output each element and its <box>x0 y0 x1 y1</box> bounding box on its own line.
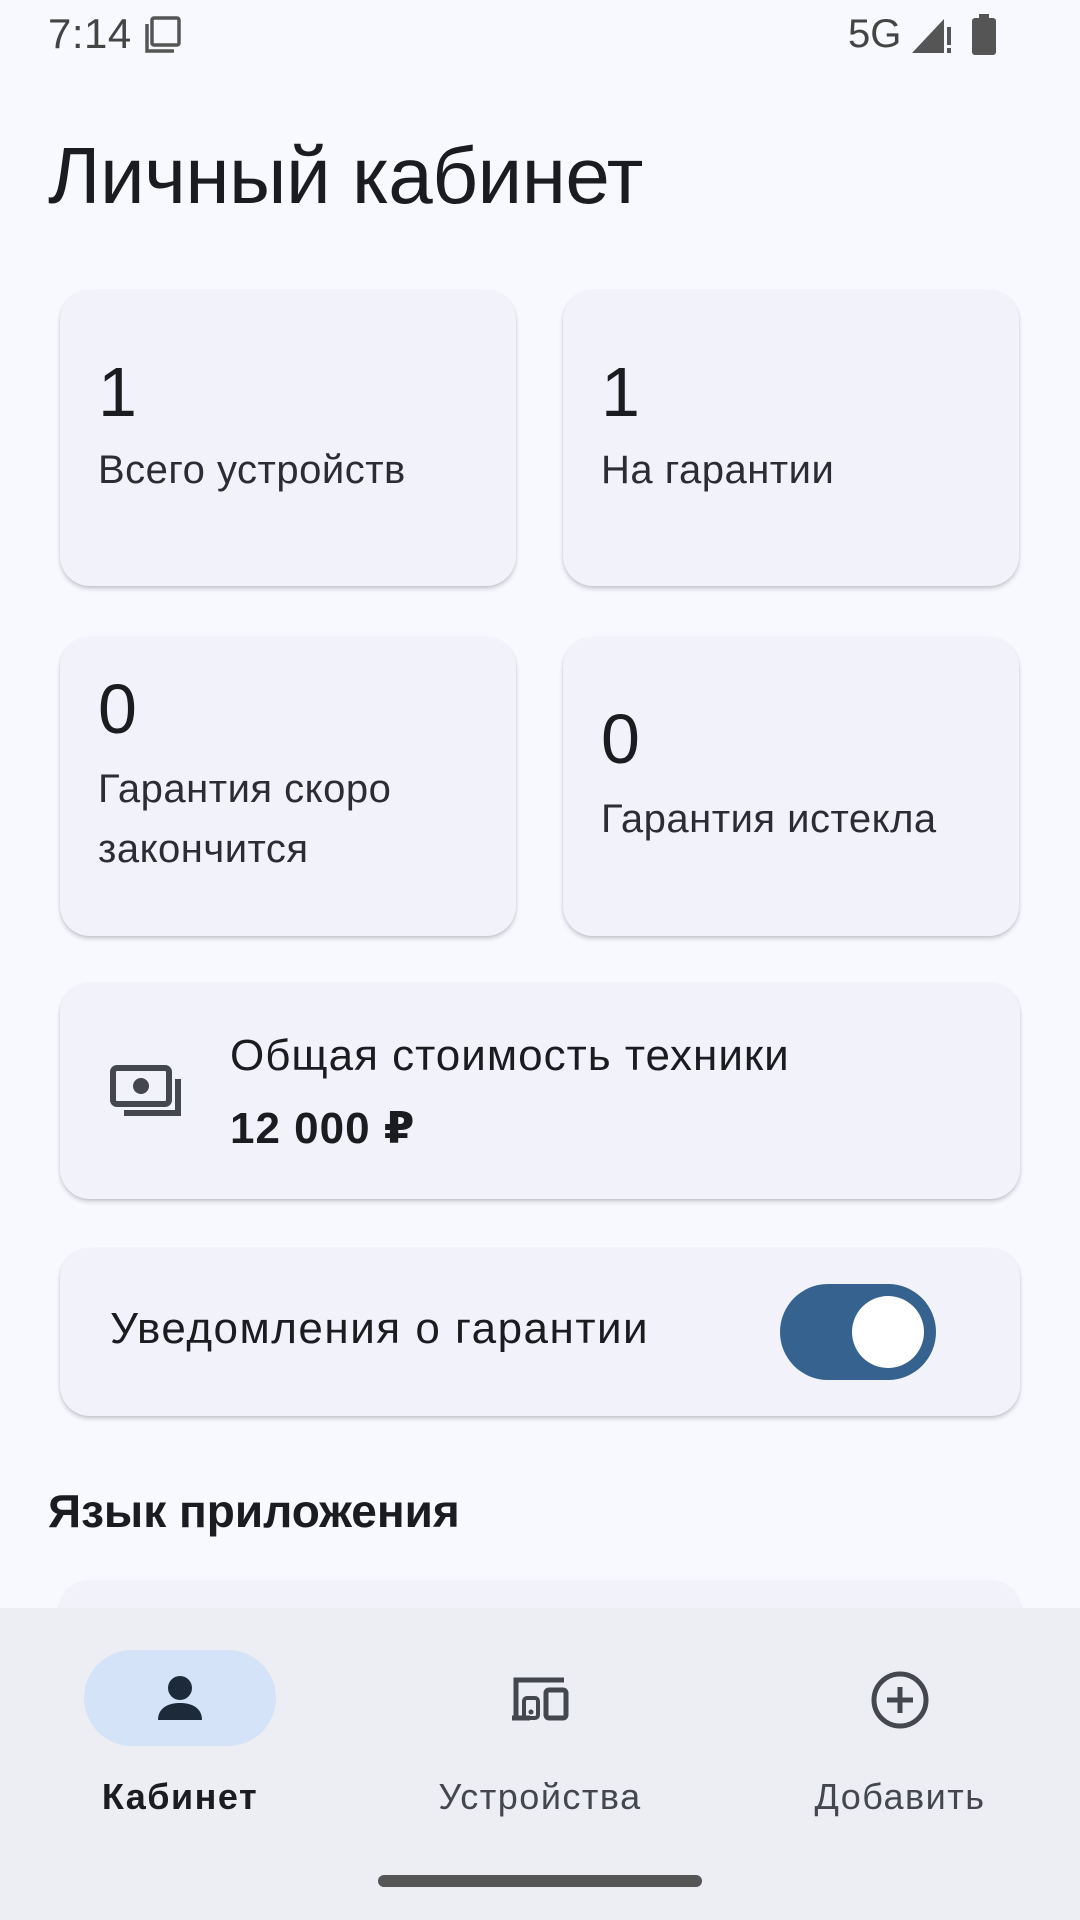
notification-icon <box>145 16 181 53</box>
total-cost-card: Общая стоимость техники 12 000 ₽ <box>60 983 1020 1199</box>
page-title: Личный кабинет <box>48 131 643 220</box>
nav-label: Кабинет <box>101 1776 259 1817</box>
nav-label: Добавить <box>814 1776 986 1817</box>
status-bar: 7:14 5G <box>0 0 1080 72</box>
stat-card-warranty-expiring[interactable]: 0 Гарантия скоро закончится <box>60 637 516 936</box>
toggle-knob <box>852 1296 924 1368</box>
nav-item-add[interactable]: Добавить <box>750 1608 1050 1817</box>
payments-icon <box>110 1065 181 1116</box>
home-indicator[interactable] <box>378 1875 702 1887</box>
add-circle-icon <box>871 1671 929 1729</box>
stat-label-line1: Гарантия скоро <box>98 767 392 811</box>
stat-label-line2: закончится <box>98 827 309 871</box>
stat-card-warranty-expired[interactable]: 0 Гарантия истекла <box>563 637 1019 936</box>
language-section-title: Язык приложения <box>48 1485 460 1537</box>
stat-label: Гарантия истекла <box>601 797 937 841</box>
stat-label: На гарантии <box>601 448 835 492</box>
stat-card-under-warranty[interactable]: 1 На гарантии <box>563 290 1019 586</box>
stat-value: 0 <box>601 700 640 778</box>
nav-label: Устройства <box>438 1776 642 1817</box>
stat-value: 1 <box>98 353 137 431</box>
network-type: 5G <box>848 12 902 56</box>
total-cost-label: Общая стоимость техники <box>230 1031 790 1080</box>
person-icon <box>158 1676 202 1720</box>
warranty-notifications-toggle[interactable] <box>780 1284 936 1380</box>
status-time: 7:14 <box>48 10 132 57</box>
screen: 7:14 5G Личный кабинет 1 Всего устройств… <box>0 0 1080 1920</box>
stat-value: 1 <box>601 353 640 431</box>
stat-value: 0 <box>98 670 137 748</box>
battery-icon <box>972 14 996 55</box>
devices-icon <box>512 1677 569 1721</box>
stat-label: Всего устройств <box>98 448 406 492</box>
stat-card-total-devices[interactable]: 1 Всего устройств <box>60 290 516 586</box>
nav-item-cabinet[interactable]: Кабинет <box>30 1608 330 1817</box>
total-cost-value: 12 000 ₽ <box>230 1104 416 1153</box>
bottom-navigation: Кабинет Устройства Добавить <box>0 1608 1080 1920</box>
warranty-notifications-card: Уведомления о гарантии <box>60 1248 1020 1416</box>
signal-icon <box>912 19 951 53</box>
nav-item-devices[interactable]: Устройства <box>390 1608 690 1817</box>
warranty-notifications-label: Уведомления о гарантии <box>110 1304 650 1353</box>
